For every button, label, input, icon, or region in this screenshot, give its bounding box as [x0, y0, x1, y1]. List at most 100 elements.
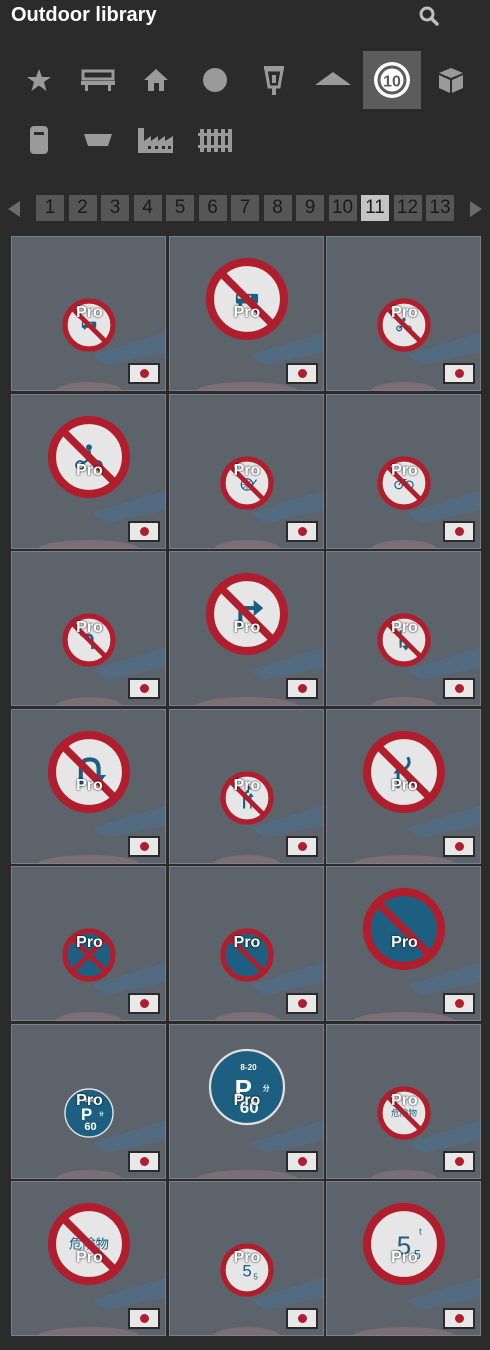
factory-icon: [138, 128, 173, 153]
pro-badge: Pro: [391, 934, 418, 951]
planter-icon: [84, 134, 112, 146]
japan-flag-icon: [128, 1150, 160, 1172]
page-title: Outdoor library: [11, 4, 157, 26]
japan-flag-icon: [128, 678, 160, 699]
svg-text:8-20: 8-20: [240, 1062, 257, 1071]
asset-tile[interactable]: P 8-20 60 分 Pro: [11, 1023, 166, 1179]
asset-tile[interactable]: Pro: [11, 866, 166, 1021]
road-sign-icon: [205, 257, 288, 341]
category-roof[interactable]: [304, 51, 362, 109]
page-11[interactable]: 11: [361, 195, 389, 221]
page-2[interactable]: 2: [68, 195, 97, 221]
pro-badge: Pro: [233, 619, 261, 636]
japan-flag-icon: [443, 363, 475, 384]
page-10[interactable]: 10: [328, 195, 357, 221]
pro-badge: Pro: [391, 304, 418, 321]
pro-badge: Pro: [76, 776, 103, 794]
asset-tile[interactable]: Pro: [168, 708, 324, 864]
pro-badge: Pro: [391, 619, 418, 636]
category-house[interactable]: [127, 51, 185, 109]
star-icon: [27, 69, 51, 91]
pro-badge: Pro: [391, 776, 418, 794]
category-fence[interactable]: [186, 111, 244, 169]
road-sign-icon: [362, 730, 446, 813]
asset-tile[interactable]: P 8-20 60 分 Pro: [168, 1023, 324, 1179]
pro-badge: Pro: [391, 461, 418, 479]
pro-badge: Pro: [76, 304, 103, 321]
pro-badge: Pro: [233, 776, 261, 794]
roof-icon: [315, 72, 351, 85]
asset-tile[interactable]: Pro: [168, 866, 324, 1021]
asset-tile[interactable]: Pro: [326, 393, 481, 549]
category-lantern[interactable]: [245, 51, 303, 109]
road-sign-icon: [362, 887, 446, 971]
japan-flag-icon: [128, 363, 160, 384]
speed-sign-label: 10: [383, 74, 401, 91]
svg-text:分: 分: [99, 1110, 104, 1117]
category-factory[interactable]: [127, 111, 185, 169]
category-planter[interactable]: [69, 111, 127, 169]
pro-badge: Pro: [391, 1091, 418, 1109]
pagination: 1 2 3 4 5 6 7 8 9 10 11 12 13: [0, 195, 490, 223]
pro-badge: Pro: [233, 934, 261, 951]
road-sign-icon: P8-2060分: [208, 1048, 285, 1125]
pro-badge: Pro: [233, 304, 261, 321]
category-star[interactable]: [10, 51, 68, 109]
japan-flag-icon: [443, 1308, 475, 1329]
page-12[interactable]: 12: [393, 195, 422, 221]
asset-tile[interactable]: Pro: [11, 708, 166, 864]
asset-tile[interactable]: Pro: [11, 236, 166, 391]
page-1[interactable]: 1: [36, 195, 64, 221]
road-sign-icon: 危険物: [47, 1202, 131, 1286]
search-icon[interactable]: [418, 5, 440, 27]
pro-badge: Pro: [391, 1249, 418, 1266]
fence-icon: [198, 129, 232, 152]
page-9[interactable]: 9: [296, 195, 324, 221]
box-icon: [439, 68, 463, 93]
japan-flag-icon: [128, 520, 160, 542]
road-sign-icon: [47, 730, 131, 813]
japan-flag-icon: [128, 1308, 160, 1329]
page-13[interactable]: 13: [426, 195, 454, 221]
category-bench[interactable]: [69, 51, 127, 109]
page-7[interactable]: 7: [231, 195, 259, 221]
asset-tile[interactable]: Pro: [168, 236, 324, 391]
category-circle[interactable]: [186, 51, 244, 109]
page-6[interactable]: 6: [198, 195, 227, 221]
asset-tile[interactable]: Pro: [168, 393, 324, 549]
next-page-icon[interactable]: [470, 201, 482, 217]
pro-badge: Pro: [76, 619, 103, 636]
bench-icon: [81, 69, 115, 91]
page-3[interactable]: 3: [101, 195, 129, 221]
circle-icon: [203, 68, 227, 92]
japan-flag-icon: [443, 993, 475, 1014]
asset-tile[interactable]: Pro: [326, 866, 481, 1021]
page-8[interactable]: 8: [263, 195, 292, 221]
japan-flag-icon: [285, 520, 318, 542]
svg-text:5: 5: [253, 1273, 258, 1282]
pro-badge: Pro: [233, 1249, 261, 1266]
category-speed-sign[interactable]: 10: [363, 51, 421, 109]
pro-badge: Pro: [76, 934, 103, 951]
header: Outdoor library: [0, 0, 490, 34]
asset-tile[interactable]: Pro: [11, 393, 166, 549]
page-4[interactable]: 4: [133, 195, 162, 221]
asset-tile[interactable]: 5 5 t Pro: [326, 1181, 481, 1336]
bin-icon: [30, 126, 48, 154]
japan-flag-icon: [285, 363, 318, 384]
prev-page-icon[interactable]: [8, 201, 20, 217]
asset-tile[interactable]: Pro: [326, 551, 481, 706]
page-5[interactable]: 5: [166, 195, 194, 221]
japan-flag-icon: [443, 835, 475, 857]
asset-tile[interactable]: Pro: [168, 551, 324, 706]
category-bin[interactable]: [10, 111, 68, 169]
japan-flag-icon: [285, 835, 318, 857]
asset-tile[interactable]: Pro: [326, 236, 481, 391]
asset-tile[interactable]: 危険物Pro: [11, 1181, 166, 1336]
asset-tile[interactable]: Pro: [326, 708, 481, 864]
asset-tile[interactable]: 5 5 Pro: [168, 1181, 324, 1336]
house-icon: [144, 69, 168, 91]
asset-tile[interactable]: 危険物Pro: [326, 1023, 481, 1179]
category-box[interactable]: [422, 51, 480, 109]
asset-tile[interactable]: Pro: [11, 551, 166, 706]
